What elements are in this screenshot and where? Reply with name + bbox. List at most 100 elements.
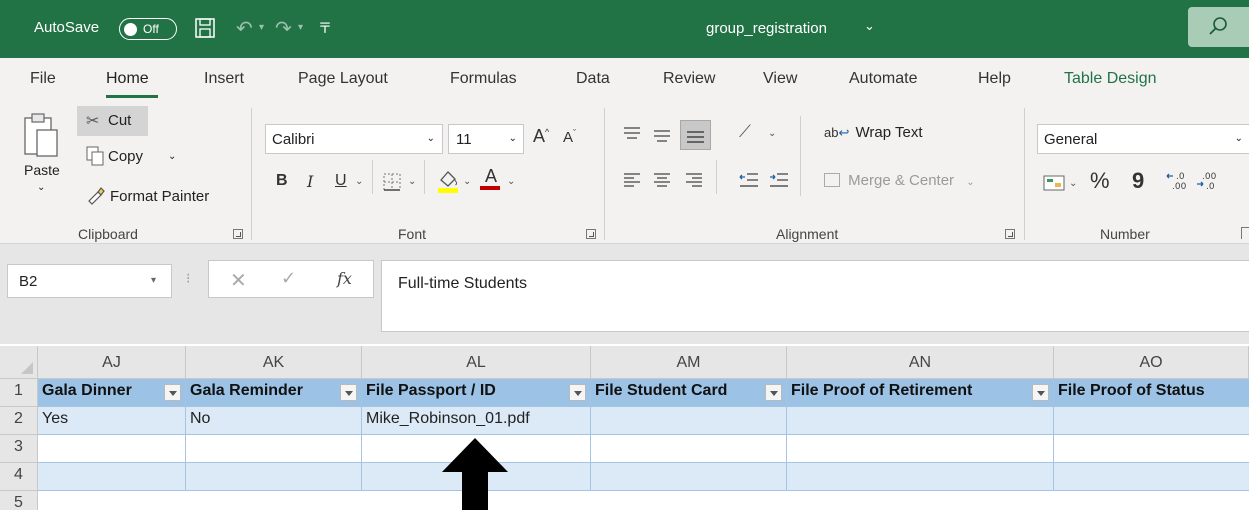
- number-launcher-icon[interactable]: [1241, 227, 1249, 239]
- table-cell[interactable]: [1054, 435, 1249, 463]
- table-cell[interactable]: [591, 435, 787, 463]
- table-cell[interactable]: [787, 463, 1054, 491]
- bold-button[interactable]: B: [276, 172, 288, 190]
- cut-label[interactable]: Cut: [108, 112, 131, 129]
- cancel-icon[interactable]: ✕: [230, 268, 247, 293]
- undo-icon[interactable]: ↶: [236, 16, 253, 41]
- insert-function-icon[interactable]: fx: [337, 269, 352, 288]
- table-cell[interactable]: [591, 463, 787, 491]
- tab-automate[interactable]: Automate: [849, 70, 917, 88]
- table-header-cell[interactable]: Gala Reminder: [186, 379, 362, 407]
- column-header-ak[interactable]: AK: [186, 346, 362, 379]
- format-painter-label[interactable]: Format Painter: [110, 188, 209, 205]
- decrease-indent-icon[interactable]: [738, 170, 760, 194]
- italic-button[interactable]: I: [307, 172, 313, 191]
- table-header-cell[interactable]: File Student Card: [591, 379, 787, 407]
- tab-page-layout[interactable]: Page Layout: [298, 70, 388, 88]
- align-middle-icon[interactable]: [652, 126, 672, 150]
- align-bottom-button[interactable]: [680, 120, 711, 150]
- document-title[interactable]: group_registration: [706, 20, 827, 37]
- tab-home[interactable]: Home: [106, 70, 149, 88]
- chevron-down-icon[interactable]: ⌄: [864, 18, 875, 34]
- fill-color-dropdown-icon[interactable]: ⌄: [463, 176, 471, 187]
- tab-help[interactable]: Help: [978, 70, 1011, 88]
- filter-dropdown-icon[interactable]: [1032, 384, 1049, 401]
- font-name-select[interactable]: Calibri ⌄: [265, 124, 443, 154]
- table-header-cell[interactable]: File Proof of Retirement: [787, 379, 1054, 407]
- accounting-format-icon[interactable]: [1043, 174, 1065, 196]
- align-right-icon[interactable]: [684, 170, 704, 194]
- table-cell[interactable]: Yes: [38, 407, 186, 435]
- shrink-font-button[interactable]: Aˇ: [563, 128, 576, 146]
- orientation-icon[interactable]: ⟋: [739, 122, 751, 142]
- copy-icon[interactable]: [86, 146, 104, 170]
- tab-insert[interactable]: Insert: [204, 70, 244, 88]
- merge-center-button[interactable]: Merge & Center ⌄: [824, 172, 975, 189]
- column-header-al[interactable]: AL: [362, 346, 591, 379]
- font-color-button[interactable]: A: [480, 166, 502, 190]
- select-all-corner[interactable]: [0, 346, 38, 379]
- table-header-cell[interactable]: Gala Dinner: [38, 379, 186, 407]
- increase-indent-icon[interactable]: [768, 170, 790, 194]
- redo-dropdown-icon[interactable]: ▾: [298, 22, 303, 33]
- table-cell[interactable]: [186, 463, 362, 491]
- underline-button[interactable]: U: [335, 172, 347, 190]
- orientation-dropdown-icon[interactable]: ⌄: [768, 128, 776, 139]
- column-header-am[interactable]: AM: [591, 346, 787, 379]
- table-cell[interactable]: No: [186, 407, 362, 435]
- accounting-dropdown-icon[interactable]: ⌄: [1069, 178, 1077, 189]
- table-cell[interactable]: [38, 435, 186, 463]
- percent-style-button[interactable]: %: [1090, 168, 1110, 194]
- paste-label[interactable]: Paste: [24, 162, 60, 178]
- table-cell[interactable]: [787, 407, 1054, 435]
- align-left-icon[interactable]: [622, 170, 642, 194]
- font-size-select[interactable]: 11 ⌄: [448, 124, 524, 154]
- redo-icon[interactable]: ↷: [275, 16, 292, 41]
- tab-view[interactable]: View: [763, 70, 797, 88]
- save-icon[interactable]: [194, 17, 216, 39]
- clipboard-launcher-icon[interactable]: [233, 229, 243, 239]
- tab-review[interactable]: Review: [663, 70, 715, 88]
- filter-dropdown-icon[interactable]: [569, 384, 586, 401]
- row-header-4[interactable]: 4: [0, 463, 38, 491]
- undo-dropdown-icon[interactable]: ▾: [259, 22, 264, 33]
- customize-quick-access-icon[interactable]: 〒: [318, 18, 332, 38]
- increase-decimal-icon[interactable]: .0.00: [1166, 170, 1190, 196]
- formula-input[interactable]: Full-time Students: [381, 260, 1249, 332]
- row-header-5[interactable]: 5: [0, 491, 38, 510]
- alignment-launcher-icon[interactable]: [1005, 229, 1015, 239]
- column-header-an[interactable]: AN: [787, 346, 1054, 379]
- format-painter-icon[interactable]: [86, 186, 106, 210]
- row-header-2[interactable]: 2: [0, 407, 38, 435]
- autosave-toggle[interactable]: Off: [119, 18, 177, 40]
- grow-font-button[interactable]: A^: [533, 126, 549, 147]
- column-header-ao[interactable]: AO: [1054, 346, 1249, 379]
- align-center-icon[interactable]: [652, 170, 672, 194]
- search-box[interactable]: [1188, 7, 1249, 47]
- paste-dropdown-icon[interactable]: ⌄: [37, 182, 45, 193]
- table-cell[interactable]: [1054, 463, 1249, 491]
- comma-style-button[interactable]: 9: [1132, 168, 1144, 194]
- filter-dropdown-icon[interactable]: [340, 384, 357, 401]
- formula-bar-splitter[interactable]: ⁝: [186, 270, 190, 287]
- table-cell[interactable]: [591, 407, 787, 435]
- font-launcher-icon[interactable]: [586, 229, 596, 239]
- table-cell[interactable]: Mike_Robinson_01.pdf: [362, 407, 591, 435]
- table-cell[interactable]: [787, 435, 1054, 463]
- borders-dropdown-icon[interactable]: ⌄: [408, 176, 416, 187]
- number-format-select[interactable]: General ⌄: [1037, 124, 1249, 154]
- fill-color-icon[interactable]: [436, 168, 460, 198]
- row-header-1[interactable]: 1: [0, 379, 38, 407]
- column-header-aj[interactable]: AJ: [38, 346, 186, 379]
- tab-formulas[interactable]: Formulas: [450, 70, 517, 88]
- paste-icon[interactable]: [23, 112, 59, 162]
- name-box[interactable]: B2 ▾: [7, 264, 172, 298]
- decrease-decimal-icon[interactable]: .00.0: [1196, 170, 1220, 196]
- borders-icon[interactable]: [382, 172, 402, 196]
- table-header-cell[interactable]: File Proof of Status: [1054, 379, 1249, 407]
- enter-icon[interactable]: ✓: [281, 268, 296, 289]
- table-cell[interactable]: [38, 463, 186, 491]
- filter-dropdown-icon[interactable]: [164, 384, 181, 401]
- tab-file[interactable]: File: [30, 70, 56, 88]
- table-row[interactable]: [38, 491, 1249, 510]
